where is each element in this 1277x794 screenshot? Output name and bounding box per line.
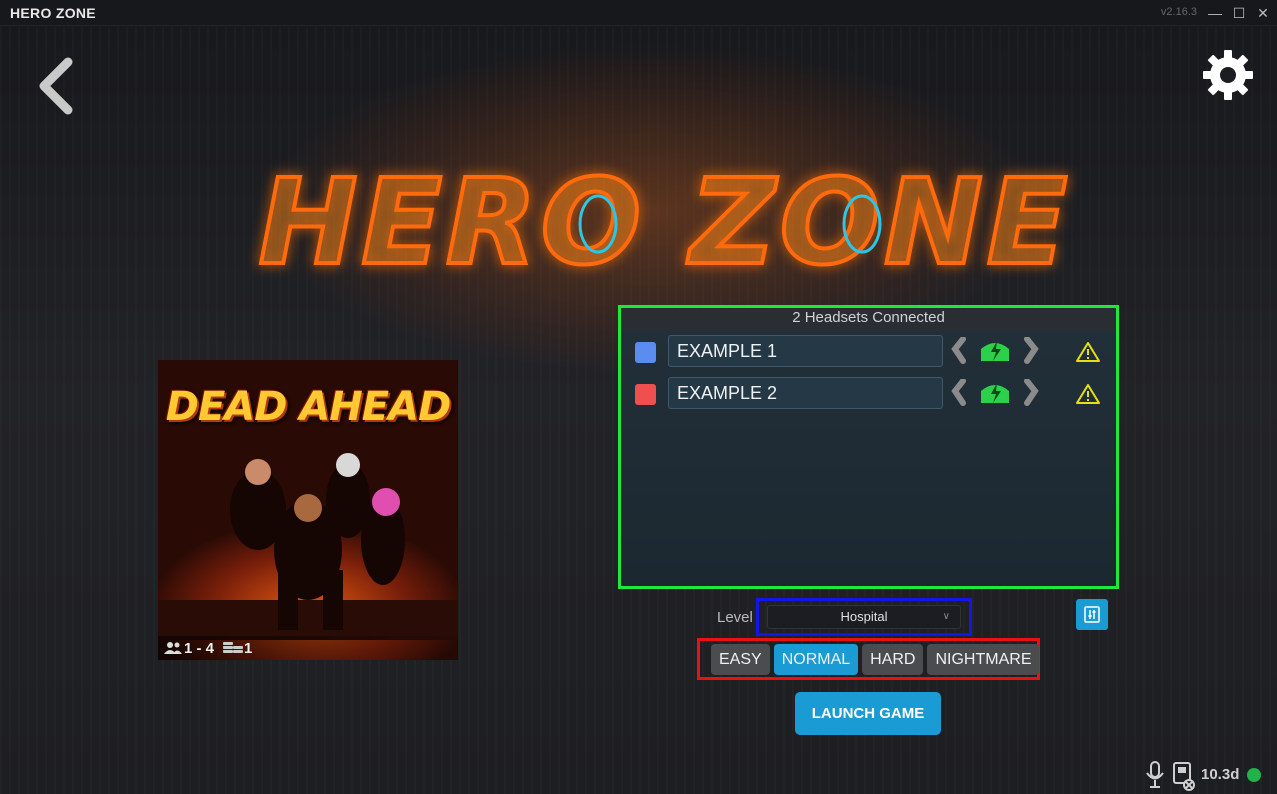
timer-disabled-icon[interactable] [1172, 760, 1196, 792]
status-bar: 10.3d [1142, 760, 1272, 792]
headset-row: EXAMPLE 2 [635, 377, 1105, 409]
warning-icon[interactable] [1075, 341, 1101, 363]
gear-icon[interactable] [1201, 48, 1255, 102]
back-arrow-icon[interactable] [34, 56, 78, 116]
headsets-header: 2 Headsets Connected [621, 308, 1116, 330]
level-settings-button[interactable] [1076, 599, 1108, 630]
difficulty-hard-button[interactable]: HARD [862, 643, 924, 675]
chevron-down-icon: ∨ [942, 611, 950, 622]
logo-text: HERO ZONE [259, 153, 1072, 291]
sliders-icon [1084, 606, 1100, 623]
headset-name-field[interactable]: EXAMPLE 2 [668, 377, 943, 409]
headset-name-field[interactable]: EXAMPLE 1 [668, 335, 943, 367]
level-selected-value: Hospital [840, 609, 888, 624]
maximize-button[interactable]: ☐ [1228, 2, 1250, 24]
difficulty-normal-button[interactable]: NORMAL [773, 643, 859, 675]
players-icon [164, 642, 182, 654]
controller-battery-icon [951, 337, 1039, 364]
credits-icon [223, 642, 244, 653]
controller-battery-icon [951, 379, 1039, 406]
game-title: DEAD AHEAD [165, 384, 452, 430]
connection-status-indicator [1247, 768, 1261, 782]
hero-zone-logo: HERO ZONE [257, 151, 1072, 293]
microphone-icon[interactable] [1144, 760, 1166, 790]
title-bar: HERO ZONE v2.16.3 — ☐ ✕ [0, 0, 1277, 26]
launch-game-button[interactable]: LAUNCH GAME [795, 692, 941, 735]
difficulty-group: EASY NORMAL HARD NIGHTMARE [697, 638, 1040, 680]
close-button[interactable]: ✕ [1252, 2, 1274, 24]
difficulty-easy-button[interactable]: EASY [711, 643, 770, 675]
headset-row: EXAMPLE 1 [635, 335, 1105, 367]
headset-color-swatch[interactable] [635, 384, 656, 405]
headsets-panel: 2 Headsets Connected EXAMPLE 1 EXAMPLE 2 [618, 305, 1119, 589]
difficulty-nightmare-button[interactable]: NIGHTMARE [927, 643, 1040, 675]
game-cover[interactable]: DEAD AHEAD 1 - 4 1 [158, 360, 458, 660]
status-value: 10.3d [1201, 766, 1240, 783]
players-count: 1 - 4 [184, 639, 215, 657]
level-select[interactable]: Hospital ∨ [767, 605, 961, 629]
app-title: HERO ZONE [10, 4, 96, 21]
headset-color-swatch[interactable] [635, 342, 656, 363]
warning-icon[interactable] [1075, 383, 1101, 405]
cover-art-image [158, 453, 458, 640]
minimize-button[interactable]: — [1204, 2, 1226, 24]
version-label: v2.16.3 [1160, 6, 1197, 18]
level-select-container: Hospital ∨ [756, 598, 972, 636]
cover-footer: 1 - 4 1 [158, 636, 458, 660]
credits-count: 1 [244, 639, 253, 657]
level-label: Level [717, 609, 753, 626]
